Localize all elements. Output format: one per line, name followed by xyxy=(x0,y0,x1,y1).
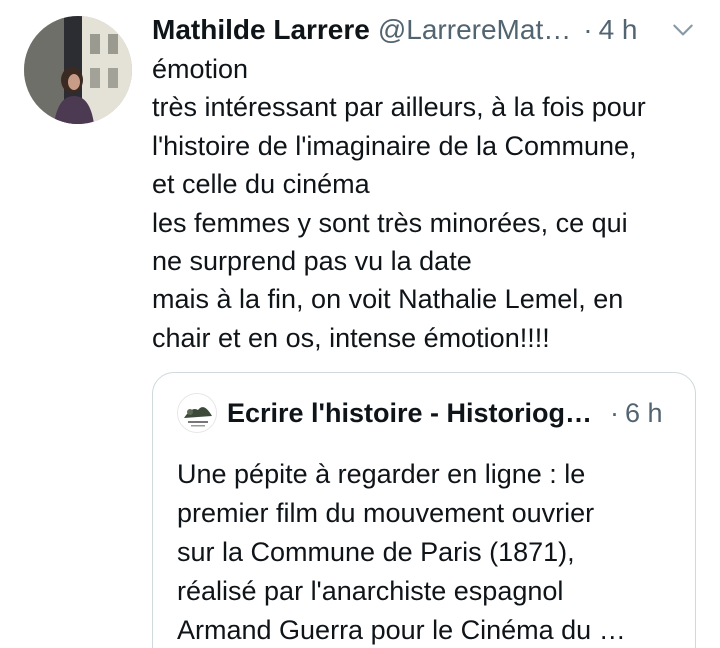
quoted-tweet-header: Ecrire l'histoire - Historiog… · 6 h xyxy=(177,391,675,435)
separator-dot: · xyxy=(583,14,593,45)
avatar-photo xyxy=(24,16,132,124)
quoted-tweet-text: Une pépite à regarder en ligne : le prem… xyxy=(177,455,677,648)
quoted-tweet-card[interactable]: Ecrire l'histoire - Historiog… · 6 h Une… xyxy=(152,372,696,648)
tweet-text-line: très intéressant par ailleurs, à la fois… xyxy=(152,92,646,123)
quoted-text-line: Armand Guerra pour le Cinéma du … xyxy=(177,615,626,645)
tweet[interactable]: Mathilde Larrere @LarrereMat… · 4 h émot… xyxy=(0,0,720,648)
tweet-text-line: mais à la fin, on voit Nathalie Lemel, e… xyxy=(152,284,624,315)
quoted-text-line: premier film du mouvement ouvrier xyxy=(177,498,595,528)
chevron-down-icon[interactable] xyxy=(668,15,698,45)
tweet-header: Mathilde Larrere @LarrereMat… · 4 h xyxy=(152,8,698,52)
tweet-text-line: ne surprend pas vu la date xyxy=(152,246,472,277)
separator-dot: · xyxy=(610,397,619,428)
quoted-text-line: sur la Commune de Paris (1871), xyxy=(177,537,575,567)
tweet-text-line: les femmes y sont très minorées, ce qui xyxy=(152,207,628,238)
tweet-text-line: l'histoire de l'imaginaire de la Commune… xyxy=(152,130,637,161)
tweet-text-line: et celle du cinéma xyxy=(152,169,370,200)
tweet-text-line: émotion xyxy=(152,54,249,84)
tweet-text: émotion très intéressant par ailleurs, à… xyxy=(152,50,708,357)
quoted-text-line: réalisé par l'anarchiste espagnol xyxy=(177,576,564,606)
author-handle[interactable]: @LarrereMat… xyxy=(378,8,571,52)
quoted-author-name[interactable]: Ecrire l'histoire - Historiog… xyxy=(227,398,592,429)
avatar[interactable] xyxy=(24,16,132,124)
quoted-tweet-timestamp[interactable]: 6 h xyxy=(625,398,663,429)
quoted-avatar-logo xyxy=(178,394,216,432)
tweet-text-line: chair et en os, intense émotion!!!! xyxy=(152,322,550,353)
quoted-text-line: Une pépite à regarder en ligne : le xyxy=(177,459,586,489)
author-name[interactable]: Mathilde Larrere xyxy=(152,8,370,52)
tweet-timestamp[interactable]: 4 h xyxy=(599,8,638,52)
quoted-avatar xyxy=(177,393,217,433)
